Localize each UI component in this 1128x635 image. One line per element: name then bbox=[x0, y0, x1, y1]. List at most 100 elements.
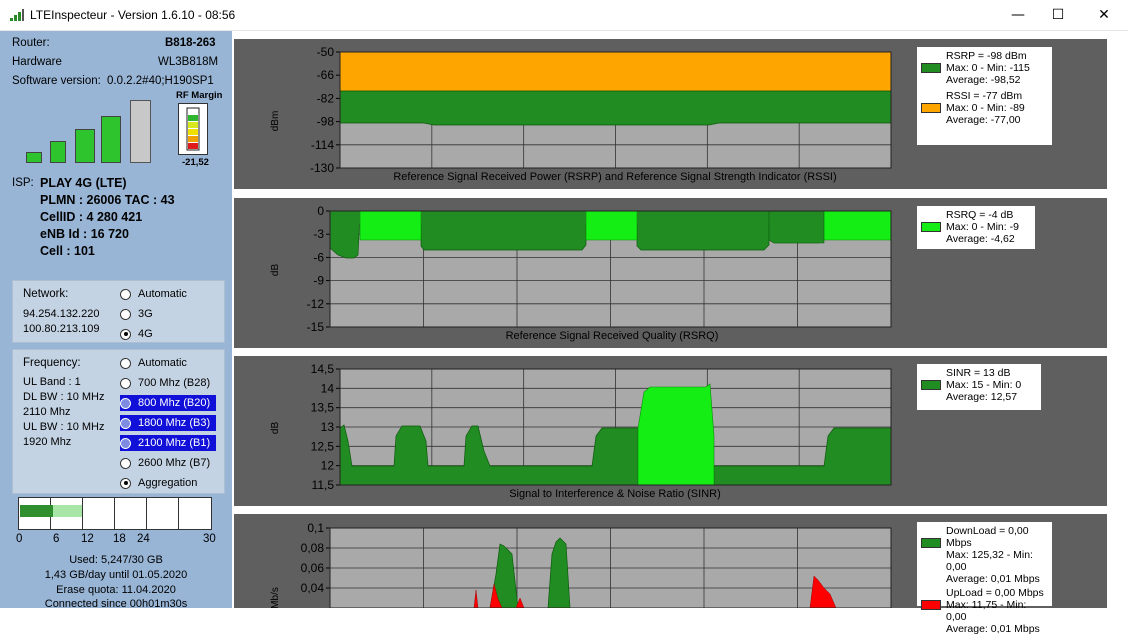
chart-title: Signal to Interference & Noise Ratio (SI… bbox=[509, 488, 721, 500]
y-tick-label: -82 bbox=[317, 91, 335, 105]
radio-icon bbox=[120, 457, 131, 469]
y-tick-label: -130 bbox=[310, 161, 334, 175]
frequency-option-b7[interactable]: 2600 Mhz (B7) bbox=[120, 455, 210, 471]
frequency-option-aggregation[interactable]: Aggregation bbox=[120, 475, 197, 491]
network-option-automatic[interactable]: Automatic bbox=[120, 286, 187, 302]
right-gutter bbox=[1107, 31, 1128, 608]
sinr-legend: SINR = 13 dB Max: 15 - Min: 0 Average: 12,… bbox=[917, 364, 1041, 410]
ul-band: UL Band : 1 bbox=[23, 376, 81, 388]
network-label: Network: bbox=[23, 288, 69, 300]
radio-selected-icon bbox=[120, 328, 131, 340]
y-tick-label: 0,06 bbox=[301, 561, 325, 575]
frequency-option-automatic[interactable]: Automatic bbox=[120, 355, 187, 371]
router-value: B818-263 bbox=[165, 37, 216, 49]
usage-erase: Erase quota: 11.04.2020 bbox=[56, 584, 176, 596]
signal-bar bbox=[75, 129, 95, 163]
close-button[interactable]: ✕ bbox=[1081, 0, 1127, 30]
usage-used-bar bbox=[20, 505, 53, 517]
y-axis-label: dB bbox=[270, 422, 281, 435]
legend-line: Average: -98,52 bbox=[946, 74, 1021, 86]
isp-enb: eNB Id : 16 720 bbox=[40, 227, 129, 241]
dl-freq: 2110 Mhz bbox=[23, 406, 71, 418]
usage-tick: 30 bbox=[203, 533, 216, 545]
maximize-button[interactable]: ☐ bbox=[1035, 0, 1081, 30]
legend-line: Average: -4,62 bbox=[946, 233, 1015, 245]
rsrq-chart-panel: dB 0 -3 -6 -9 -12 -15 Reference Signal Receiv… bbox=[234, 198, 1107, 348]
radio-icon bbox=[120, 417, 131, 429]
ul-freq: 1920 Mhz bbox=[23, 436, 72, 448]
throughput-legend: DownLoad = 0,00 Mbps Max: 125,32 - Min: 0… bbox=[917, 522, 1052, 635]
upload-swatch bbox=[921, 600, 941, 610]
ul-bw: UL BW : 10 MHz bbox=[23, 421, 105, 433]
legend-line: Max: 0 - Min: -115 bbox=[946, 62, 1030, 74]
usage-tick: 24 bbox=[137, 533, 150, 545]
y-tick-label: 14 bbox=[321, 381, 335, 395]
rssi-area bbox=[339, 51, 892, 92]
network-box: Network: 94.254.132.220 100.80.213.109 A… bbox=[12, 280, 225, 343]
frequency-option-b20[interactable]: 800 Mhz (B20) bbox=[120, 395, 217, 411]
legend-line: SINR = 13 dB bbox=[946, 367, 1011, 379]
legend-line: RSSI = -77 dBm bbox=[946, 90, 1023, 102]
connected-since: Connected since 00h01m30s bbox=[44, 598, 188, 610]
legend-line: Average: 0,01 Mbps bbox=[946, 623, 1040, 635]
y-tick-label: -15 bbox=[307, 320, 325, 334]
rsrp-rssi-chart-panel: dBm -50 -66 -82 -98 -114 -130 Reference Signa… bbox=[234, 39, 1107, 189]
y-tick-label: 0,1 bbox=[307, 521, 324, 535]
minimize-icon: — bbox=[1011, 7, 1025, 23]
y-tick-label: 0 bbox=[317, 204, 324, 218]
router-label: Router: bbox=[12, 37, 50, 49]
network-ip2: 100.80.213.109 bbox=[23, 323, 100, 335]
rsrp-area bbox=[339, 90, 892, 126]
rsrp-rssi-legend: RSRP = -98 dBm Max: 0 - Min: -115 Average:… bbox=[917, 47, 1052, 145]
y-tick-label: 13,5 bbox=[311, 401, 335, 415]
download-swatch bbox=[921, 538, 941, 548]
usage-per-day: 1,43 GB/day until 01.05.2020 bbox=[44, 569, 188, 581]
rssi-swatch bbox=[921, 103, 941, 113]
radio-icon bbox=[120, 397, 131, 409]
antenna-icon bbox=[10, 9, 24, 21]
network-option-4g[interactable]: 4G bbox=[120, 326, 153, 342]
legend-line: Average: 0,01 Mbps bbox=[946, 573, 1040, 585]
frequency-option-b3[interactable]: 1800 Mhz (B3) bbox=[120, 415, 217, 431]
legend-line: UpLoad = 0,00 Mbps bbox=[946, 587, 1044, 599]
y-tick-label: 11,5 bbox=[312, 478, 335, 492]
hardware-value: WL3B818M bbox=[158, 56, 219, 68]
dl-bw: DL BW : 10 MHz bbox=[23, 391, 105, 403]
radio-icon bbox=[120, 437, 131, 449]
y-tick-label: 12,5 bbox=[311, 439, 335, 453]
y-tick-label: 12 bbox=[321, 459, 335, 473]
legend-line: Max: 0 - Min: -89 bbox=[946, 102, 1025, 114]
y-tick-label: -9 bbox=[313, 274, 324, 288]
legend-line: Max: 125,32 - Min: 0,00 bbox=[946, 549, 1033, 573]
usage-tick: 0 bbox=[16, 533, 23, 545]
frequency-label: Frequency: bbox=[23, 357, 81, 369]
y-tick-label: 0,04 bbox=[301, 581, 325, 595]
legend-line: Average: 12,57 bbox=[946, 391, 1018, 403]
data-usage-gauge bbox=[18, 497, 212, 530]
network-option-3g[interactable]: 3G bbox=[120, 306, 153, 322]
maximize-icon: ☐ bbox=[1051, 7, 1065, 23]
frequency-box: Frequency: UL Band : 1 DL BW : 10 MHz 21… bbox=[12, 349, 225, 494]
left-info-panel: Router: B818-263 Hardware WL3B818M Softw… bbox=[0, 31, 232, 610]
frequency-option-b1[interactable]: 2100 Mhz (B1) bbox=[120, 435, 217, 451]
usage-tick: 12 bbox=[81, 533, 94, 545]
y-tick-label: -3 bbox=[313, 227, 324, 241]
software-label: Software version: bbox=[12, 75, 101, 87]
software-value: 0.0.2.2#40;H190SP1 bbox=[107, 75, 214, 87]
y-axis-label: dBm bbox=[270, 111, 281, 132]
rsrq-dark-area-3 bbox=[768, 210, 825, 244]
y-tick-label: -98 bbox=[317, 115, 335, 129]
sinr-swatch bbox=[921, 380, 941, 390]
y-tick-label: 14,5 bbox=[311, 362, 335, 376]
legend-line: DownLoad = 0,00 Mbps bbox=[946, 525, 1029, 549]
chart-title: Reference Signal Received Quality (RSRQ) bbox=[506, 330, 719, 342]
y-axis-label: dB bbox=[270, 264, 281, 277]
rf-margin-title: RF Margin bbox=[176, 90, 223, 101]
chart-title: Reference Signal Received Power (RSRP) a… bbox=[393, 171, 836, 183]
rsrq-legend: RSRQ = -4 dB Max: 0 - Min: -9 Average: -4,… bbox=[917, 206, 1035, 249]
signal-bar bbox=[101, 116, 121, 163]
sinr-light-area bbox=[637, 383, 715, 486]
frequency-option-b28[interactable]: 700 Mhz (B28) bbox=[120, 375, 210, 391]
isp-cellid: CellID : 4 280 421 bbox=[40, 210, 143, 224]
isp-label: ISP: bbox=[12, 177, 34, 189]
